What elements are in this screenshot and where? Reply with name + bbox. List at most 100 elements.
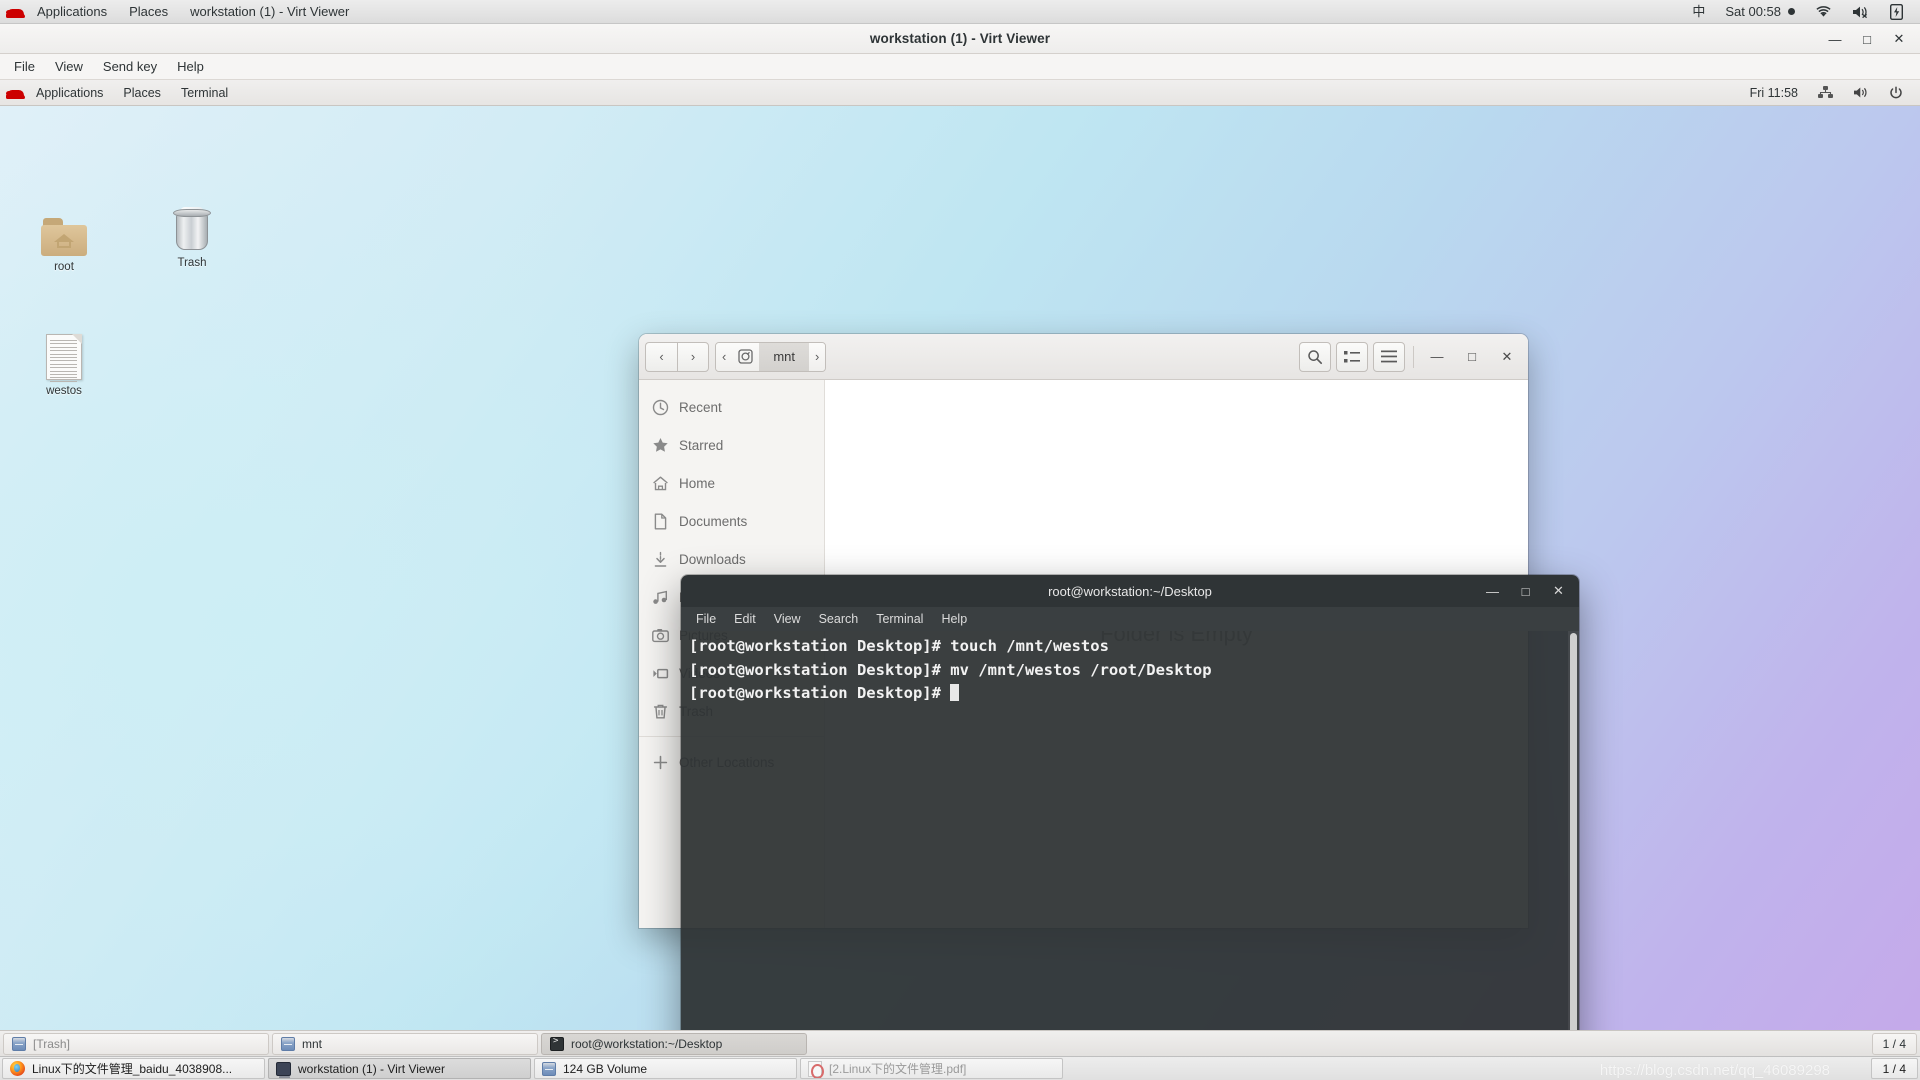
guest-window-title-terminal[interactable]: Terminal (171, 80, 238, 105)
list-view-icon[interactable] (1336, 341, 1368, 372)
terminal-line: [root@workstation Desktop]# mv /mnt/west… (689, 660, 1212, 679)
terminal-scrollbar[interactable] (1568, 631, 1579, 1056)
guest-menu-places[interactable]: Places (113, 80, 171, 105)
hamburger-menu-icon[interactable] (1373, 341, 1405, 372)
taskbar-item-label: [Trash] (33, 1036, 70, 1051)
back-button[interactable]: ‹ (645, 341, 677, 372)
host-workspace-indicator[interactable]: 1 / 4 (1870, 1058, 1918, 1079)
sidebar-item-home[interactable]: Home (639, 464, 824, 502)
sidebar-item-label: Documents (679, 513, 748, 529)
clock-icon (651, 398, 669, 416)
desktop-icon-root[interactable]: root (22, 206, 106, 274)
terminal-menu-terminal[interactable]: Terminal (867, 608, 932, 631)
menu-file[interactable]: File (4, 54, 45, 79)
wifi-icon[interactable] (1806, 0, 1841, 23)
navigation-buttons: ‹ › (645, 341, 709, 372)
virt-viewer-icon (276, 1061, 291, 1078)
virt-viewer-title: workstation (1) - Virt Viewer (869, 31, 1051, 46)
host-menu-places[interactable]: Places (118, 0, 179, 23)
guest-desktop: Applications Places Terminal Fri 11:58 r… (0, 80, 1920, 1056)
terminal-menubar: File Edit View Search Terminal Help (681, 607, 1579, 631)
virt-viewer-window: workstation (1) - Virt Viewer — □ ✕ File… (0, 24, 1920, 1056)
close-button[interactable]: ✕ (1542, 578, 1575, 604)
terminal-menu-file[interactable]: File (687, 608, 725, 631)
scrollbar-thumb[interactable] (1570, 633, 1577, 1056)
video-icon (651, 664, 669, 682)
minimize-button[interactable]: — (1476, 578, 1509, 604)
terminal-output[interactable]: [root@workstation Desktop]# touch /mnt/w… (681, 631, 1568, 1056)
taskbar-item-trash[interactable]: [Trash] (3, 1032, 269, 1055)
terminal-titlebar[interactable]: root@workstation:~/Desktop — □ ✕ (681, 575, 1579, 607)
music-note-icon (651, 588, 669, 606)
maximize-button[interactable]: □ (1852, 26, 1882, 52)
close-button[interactable]: ✕ (1884, 26, 1914, 52)
terminal-menu-edit[interactable]: Edit (725, 608, 765, 631)
host-taskbar-item-firefox[interactable]: Linux下的文件管理_baidu_4038908... (2, 1058, 265, 1079)
terminal-line: [root@workstation Desktop]# touch /mnt/w… (689, 637, 1109, 655)
sidebar-item-starred[interactable]: Starred (639, 426, 824, 464)
guest-menu-applications[interactable]: Applications (26, 80, 113, 105)
guest-workspace-indicator[interactable]: 1 / 4 (1871, 1032, 1917, 1055)
taskbar-item-label: mnt (302, 1036, 323, 1051)
host-taskbar-item-label: [2.Linux下的文件管理.pdf] (829, 1062, 967, 1076)
terminal-menu-search[interactable]: Search (810, 608, 868, 631)
terminal-menu-view[interactable]: View (765, 608, 810, 631)
sidebar-item-documents[interactable]: Documents (639, 502, 824, 540)
download-icon (651, 550, 669, 568)
host-top-panel: Applications Places workstation (1) - Vi… (0, 0, 1920, 24)
host-menu-applications[interactable]: Applications (26, 0, 118, 23)
sidebar-item-label: Recent (679, 399, 722, 415)
terminal-title: root@workstation:~/Desktop (1048, 583, 1212, 599)
breadcrumb-next-button[interactable]: › (809, 342, 826, 371)
menu-view[interactable]: View (45, 54, 93, 79)
sidebar-item-downloads[interactable]: Downloads (639, 540, 824, 578)
camera-icon (651, 626, 669, 644)
guest-clock[interactable]: Fri 11:58 (1741, 80, 1807, 105)
host-clock-area[interactable]: Sat 00:58 (1716, 0, 1804, 23)
firefox-icon (10, 1061, 25, 1076)
disk-icon[interactable] (732, 342, 760, 371)
taskbar-item-mnt[interactable]: mnt (272, 1032, 538, 1055)
maximize-button[interactable]: □ (1457, 342, 1487, 372)
minimize-button[interactable]: — (1820, 26, 1850, 52)
guest-taskbar: [Trash] mnt root@workstation:~/Desktop 1… (0, 1030, 1920, 1056)
menu-send-key[interactable]: Send key (93, 54, 167, 79)
power-icon[interactable] (1880, 80, 1912, 105)
host-taskbar-item-pdf[interactable]: [2.Linux下的文件管理.pdf] (800, 1058, 1063, 1079)
host-clock: Sat 00:58 (1725, 4, 1781, 19)
host-taskbar-item-virt-viewer[interactable]: workstation (1) - Virt Viewer (268, 1058, 531, 1079)
virt-viewer-titlebar[interactable]: workstation (1) - Virt Viewer — □ ✕ (0, 24, 1920, 54)
drive-icon (281, 1036, 295, 1051)
search-icon[interactable] (1299, 341, 1331, 372)
desktop-icon-trash[interactable]: Trash (150, 202, 234, 270)
battery-icon[interactable] (1881, 0, 1912, 23)
terminal-menu-help[interactable]: Help (932, 608, 976, 631)
redhat-logo-icon (6, 86, 26, 100)
terminal-window-controls: — □ ✕ (1476, 575, 1575, 607)
host-taskbar-item-volume[interactable]: 124 GB Volume (534, 1058, 797, 1079)
desktop-icon-label: root (54, 261, 74, 273)
taskbar-item-terminal[interactable]: root@workstation:~/Desktop (541, 1032, 807, 1055)
redhat-logo-icon (6, 5, 26, 19)
host-window-title[interactable]: workstation (1) - Virt Viewer (179, 0, 360, 23)
terminal-window: root@workstation:~/Desktop — □ ✕ File Ed… (681, 575, 1579, 1056)
breadcrumb-prev-button[interactable]: ‹ (716, 342, 733, 371)
host-taskbar-item-label: Linux下的文件管理_baidu_4038908... (32, 1062, 233, 1076)
maximize-button[interactable]: □ (1509, 578, 1542, 604)
ime-indicator[interactable]: 中 (1683, 0, 1714, 23)
home-icon (651, 474, 669, 492)
menu-help[interactable]: Help (167, 54, 214, 79)
sidebar-item-recent[interactable]: Recent (639, 388, 824, 426)
network-icon[interactable] (1809, 80, 1842, 105)
desktop-icon-westos[interactable]: westos (22, 330, 106, 398)
text-file-icon (22, 330, 106, 382)
home-folder-icon (22, 206, 106, 256)
volume-icon[interactable] (1844, 80, 1878, 105)
terminal-body[interactable]: [root@workstation Desktop]# touch /mnt/w… (681, 631, 1579, 1056)
forward-button[interactable]: › (677, 341, 709, 372)
sidebar-item-label: Downloads (679, 551, 746, 567)
close-button[interactable]: ✕ (1492, 342, 1522, 372)
breadcrumb-current[interactable]: mnt (759, 342, 810, 371)
volume-muted-icon[interactable] (1843, 0, 1879, 23)
minimize-button[interactable]: — (1422, 342, 1452, 372)
